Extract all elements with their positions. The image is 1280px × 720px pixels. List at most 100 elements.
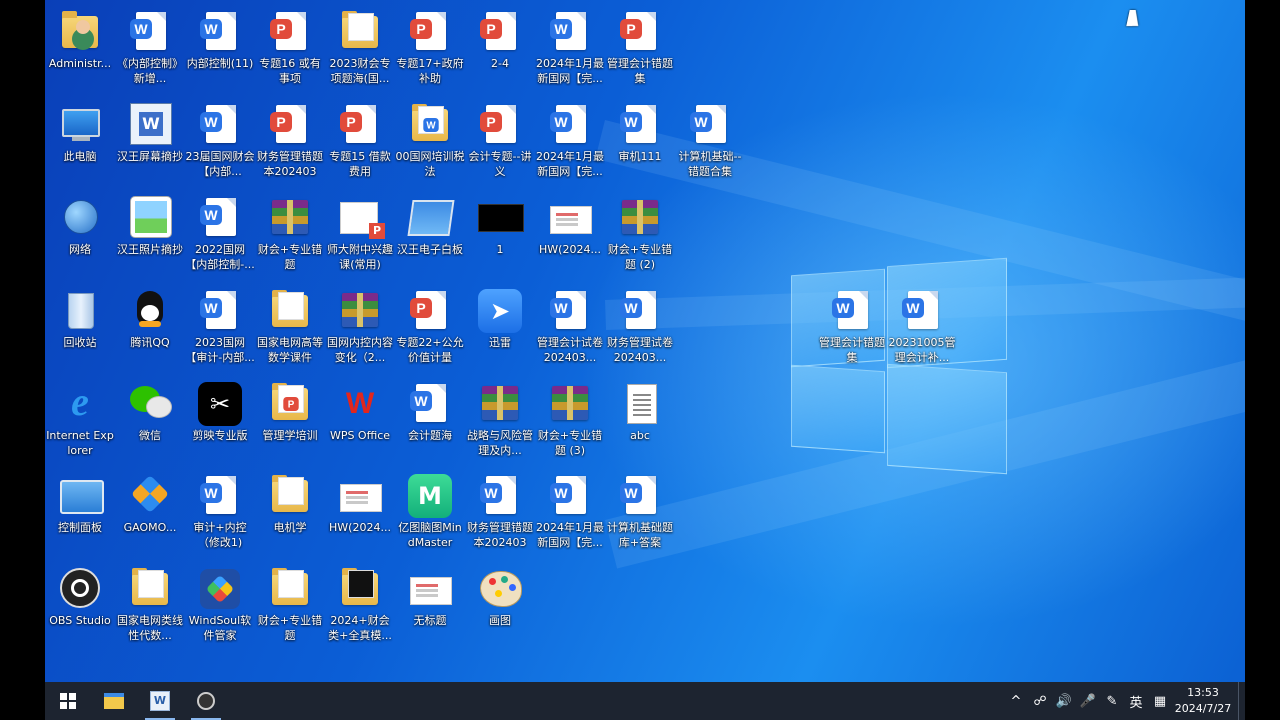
start-button[interactable] [45,682,91,720]
desktop-icon[interactable]: 国网内控内容变化（2... [325,285,395,373]
desktop-icon[interactable]: P 专题17+政府补助 [395,6,465,94]
image-file-icon [478,196,524,240]
desktop-icon[interactable]: W 内部控制(11) [185,6,255,94]
desktop-icon-label: 审机111 [618,150,662,163]
pen-icon[interactable]: ✎ [1100,694,1124,709]
desktop-icon[interactable]: 汉王照片摘抄 [115,192,185,280]
desktop-icon[interactable]: ➤ 迅雷 [465,285,535,373]
desktop-icon[interactable]: 此电脑 [45,99,115,187]
desktop-icon[interactable]: M 亿图脑图MindMaster [395,470,465,558]
desktop-icon[interactable]: W 管理会计试卷202403... [535,285,605,373]
desktop-icon[interactable]: P 财务管理错题本202403 [255,99,325,187]
desktop-icon[interactable]: W 审计+内控（修改1) [185,470,255,558]
desktop-icon[interactable]: W WPS Office [325,378,395,466]
desktop-icon[interactable]: OBS Studio [45,563,115,651]
desktop-icon-label: 2024年1月最新国网【完... [536,57,604,85]
desktop-icon[interactable]: W 审机111 [605,99,675,187]
microphone-icon[interactable]: 🎤 [1076,694,1100,709]
windows-logo-pane [791,364,885,454]
ime-indicator[interactable]: 英 [1124,692,1148,711]
desktop-icon[interactable]: W 计算机基础--错题合集 [675,99,745,187]
desktop-icon[interactable]: W 2024年1月最新国网【完... [535,6,605,94]
desktop-icon[interactable]: W 2024年1月最新国网【完... [535,470,605,558]
desktop-icon[interactable]: P 管理学培训 [255,378,325,466]
desktop-icon[interactable]: 网络 [45,192,115,280]
desktop-icon-label: 战略与风险管理及内... [467,429,533,457]
desktop-icon[interactable]: 2024+财会类+全真模... [325,563,395,651]
volume-icon[interactable]: 🔊 [1052,694,1076,709]
desktop-icon[interactable]: 汉王电子白板 [395,192,465,280]
desktop-icon[interactable]: HW(2024... [535,192,605,280]
desktop-icon[interactable]: Administr... [45,6,115,94]
desktop-icon[interactable]: W 《内部控制》新增... [115,6,185,94]
desktop-icon[interactable]: e Internet Explorer [45,378,115,466]
desktop-icon-label: 此电脑 [63,150,97,163]
desktop-icon[interactable]: 电机学 [255,470,325,558]
desktop-icon[interactable]: 国家电网高等数学课件 [255,285,325,373]
desktop-icon[interactable]: 1 [465,192,535,280]
this-pc-icon [58,103,102,147]
desktop-icon[interactable]: W 2023国网【审计-内部... [185,285,255,373]
desktop-icon[interactable]: HW(2024... [325,470,395,558]
chevron-up-icon[interactable]: ^ [1004,694,1028,709]
clock[interactable]: 13:53 2024/7/27 [1172,685,1234,717]
desktop-icon[interactable]: P 专题15 借款费用 [325,99,395,187]
winrar-archive-icon [548,382,592,426]
desktop-icon-label: 回收站 [63,336,97,349]
keyboard-grid-icon[interactable]: ▦ [1148,694,1172,709]
desktop-icon[interactable]: 2023财会专项题海(国... [325,6,395,94]
desktop-icon[interactable]: ✂ 剪映专业版 [185,378,255,466]
desktop-icon[interactable]: W 00国网培训税法 [395,99,465,187]
desktop-icon[interactable]: W 管理会计错题集 [817,285,887,373]
desktop-icon[interactable]: 腾讯QQ [115,285,185,373]
desktop-icon-label: 会计题海 [408,429,452,442]
desktop-icon[interactable]: P 专题16 或有事项 [255,6,325,94]
desktop-icon[interactable]: W 财务管理试卷202403... [605,285,675,373]
desktop-icon[interactable]: W 20231005管理会计补... [887,285,957,373]
desktop-icon[interactable]: W 2024年1月最新国网【完... [535,99,605,187]
xunlei-icon: ➤ [478,289,522,333]
desktop-icon[interactable]: 控制面板 [45,470,115,558]
desktop-icon[interactable]: P 会计专题--讲义 [465,99,535,187]
desktop-icon[interactable]: P 专题22+公允价值计量 [395,285,465,373]
desktop-icon[interactable]: 国家电网类线性代数... [115,563,185,651]
desktop-icon-label: 师大附中兴趣课(常用) [327,243,393,271]
desktop-icon-label: 管理会计错题集 [819,336,885,364]
taskbar-hanwang[interactable]: W [137,682,183,720]
desktop-icon[interactable]: W 会计题海 [395,378,465,466]
desktop-icon[interactable]: 财会+专业错题 [255,192,325,280]
desktop-icon[interactable]: W 计算机基础题库+答案 [605,470,675,558]
desktop-icon[interactable]: 汉王屏幕摘抄 [115,99,185,187]
desktop-icon[interactable]: 财会+专业错题 (2) [605,192,675,280]
desktop-icon[interactable]: P 2-4 [465,6,535,94]
obs-studio-icon [58,567,102,611]
desktop-icon[interactable]: 财会+专业错题 (3) [535,378,605,466]
desktop-icon[interactable]: 微信 [115,378,185,466]
taskbar-file-explorer[interactable] [91,682,137,720]
desktop-icon-label: 亿图脑图MindMaster [398,521,462,549]
desktop-icon-label: 2023国网【审计-内部... [185,336,255,364]
desktop-icon-label: 2023财会专项题海(国... [329,57,391,85]
taskbar-obs[interactable] [183,682,229,720]
show-desktop-button[interactable] [1238,682,1245,720]
folder-icon [128,567,172,611]
desktop-icon[interactable]: 战略与风险管理及内... [465,378,535,466]
desktop-icon-label: 国家电网类线性代数... [117,614,183,642]
desktop-icon[interactable]: W 2022国网【内部控制-... [185,192,255,280]
desktop-icon-label: 财会+专业错题 (2) [607,243,673,271]
desktop-icon[interactable]: GAOMO... [115,470,185,558]
desktop-icon[interactable]: W 23届国网财会【内部... [185,99,255,187]
desktop-icon[interactable]: 财会+专业错题 [255,563,325,651]
desktop-icon[interactable]: abc [605,378,675,466]
desktop-icon[interactable]: 师大附中兴趣课(常用) [325,192,395,280]
pdf-document-icon: P [478,10,522,54]
desktop-icon[interactable]: 画图 [465,563,535,651]
paint-icon [478,567,522,611]
desktop-icon[interactable]: 回收站 [45,285,115,373]
desktop-icon[interactable]: P 管理会计错题集 [605,6,675,94]
desktop-icon[interactable]: WindSoul软件管家 [185,563,255,651]
mindmaster-icon: M [408,474,452,518]
desktop-icon[interactable]: W 财务管理错题本202403 [465,470,535,558]
network-icon[interactable]: ☍ [1028,694,1052,709]
desktop-icon[interactable]: 无标题 [395,563,465,651]
